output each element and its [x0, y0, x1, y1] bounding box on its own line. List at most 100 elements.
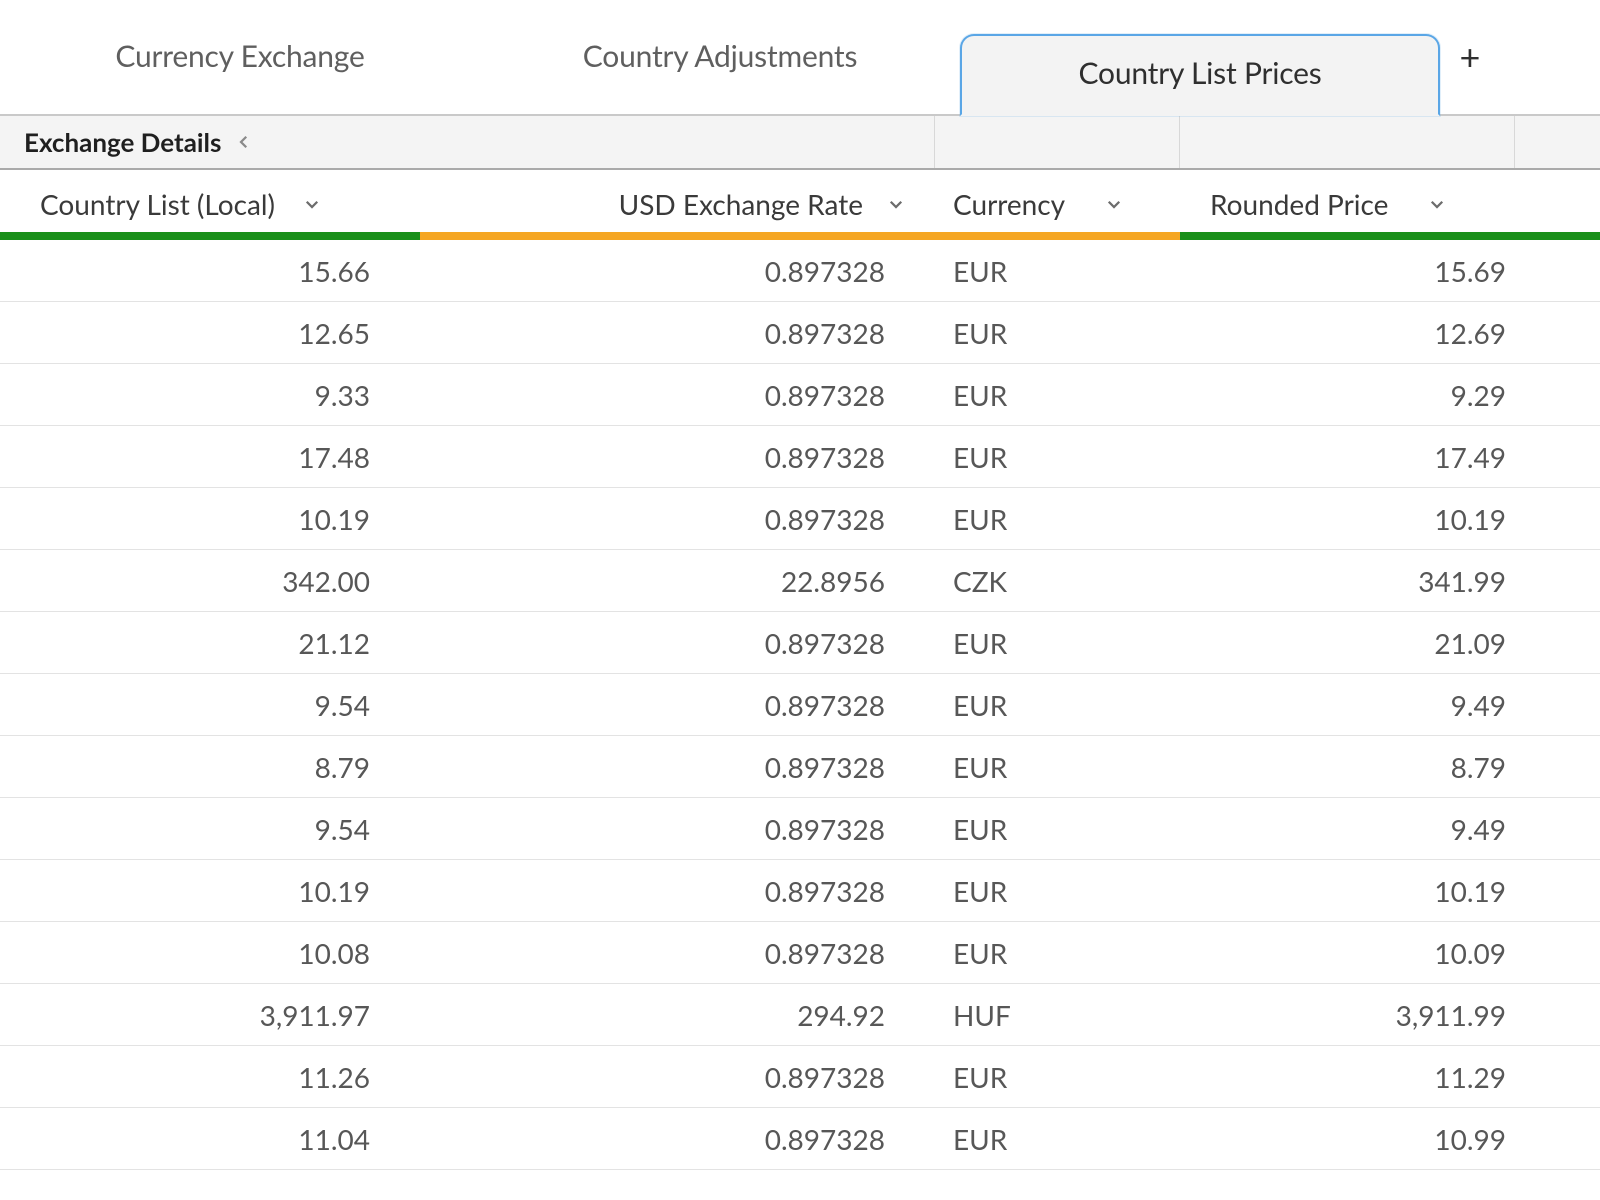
cell-rounded[interactable]: 341.99: [1180, 564, 1600, 598]
cell-local[interactable]: 11.04: [0, 1122, 420, 1156]
chevron-left-icon: [235, 128, 253, 157]
cell-curr[interactable]: EUR: [935, 254, 1180, 288]
tab-country-adjustments[interactable]: Country Adjustments: [480, 0, 960, 114]
data-table-body: 15.660.897328EUR15.6912.650.897328EUR12.…: [0, 240, 1600, 1170]
cell-rate[interactable]: 0.897328: [420, 502, 935, 536]
cell-curr[interactable]: EUR: [935, 1060, 1180, 1094]
cell-local[interactable]: 11.26: [0, 1060, 420, 1094]
table-row[interactable]: 8.790.897328EUR8.79: [0, 736, 1600, 798]
cell-rate[interactable]: 0.897328: [420, 874, 935, 908]
cell-local[interactable]: 10.19: [0, 502, 420, 536]
cell-rate[interactable]: 0.897328: [420, 1122, 935, 1156]
table-row[interactable]: 9.540.897328EUR9.49: [0, 674, 1600, 736]
table-row[interactable]: 10.190.897328EUR10.19: [0, 860, 1600, 922]
cell-rate[interactable]: 0.897328: [420, 936, 935, 970]
cell-local[interactable]: 9.54: [0, 812, 420, 846]
cell-curr[interactable]: EUR: [935, 936, 1180, 970]
cell-rate[interactable]: 0.897328: [420, 254, 935, 288]
cell-local[interactable]: 10.08: [0, 936, 420, 970]
cell-curr[interactable]: EUR: [935, 750, 1180, 784]
cell-rounded[interactable]: 12.69: [1180, 316, 1600, 350]
cell-rounded[interactable]: 9.49: [1180, 688, 1600, 722]
column-header-country-list-local[interactable]: Country List (Local): [0, 170, 420, 238]
cell-rounded[interactable]: 9.49: [1180, 812, 1600, 846]
cell-rounded[interactable]: 10.99: [1180, 1122, 1600, 1156]
cell-rounded[interactable]: 3,911.99: [1180, 998, 1600, 1032]
table-row[interactable]: 11.040.897328EUR10.99: [0, 1108, 1600, 1170]
cell-rounded[interactable]: 15.69: [1180, 254, 1600, 288]
column-label: Rounded Price: [1210, 187, 1388, 221]
breadcrumb[interactable]: Exchange Details: [0, 116, 935, 168]
chevron-down-icon: [1105, 195, 1123, 217]
cell-rate[interactable]: 0.897328: [420, 1060, 935, 1094]
cell-local[interactable]: 3,911.97: [0, 998, 420, 1032]
cell-rounded[interactable]: 10.09: [1180, 936, 1600, 970]
cell-rate[interactable]: 0.897328: [420, 626, 935, 660]
cell-rounded[interactable]: 21.09: [1180, 626, 1600, 660]
breadcrumb-title: Exchange Details: [24, 126, 221, 158]
table-row[interactable]: 9.330.897328EUR9.29: [0, 364, 1600, 426]
column-group-color-strip: [0, 232, 1600, 240]
table-row[interactable]: 3,911.97294.92HUF3,911.99: [0, 984, 1600, 1046]
cell-rounded[interactable]: 9.29: [1180, 378, 1600, 412]
column-header-currency[interactable]: Currency: [935, 170, 1180, 238]
tab-currency-exchange[interactable]: Currency Exchange: [0, 0, 480, 114]
cell-curr[interactable]: EUR: [935, 378, 1180, 412]
cell-curr[interactable]: EUR: [935, 626, 1180, 660]
cell-curr[interactable]: EUR: [935, 440, 1180, 474]
cell-curr[interactable]: EUR: [935, 316, 1180, 350]
cell-rate[interactable]: 0.897328: [420, 440, 935, 474]
cell-local[interactable]: 10.19: [0, 874, 420, 908]
cell-curr[interactable]: HUF: [935, 998, 1180, 1032]
cell-rate[interactable]: 0.897328: [420, 750, 935, 784]
color-strip-segment: [0, 232, 420, 240]
column-label: Country List (Local): [40, 187, 275, 221]
tab-country-list-prices[interactable]: Country List Prices: [960, 34, 1440, 116]
cell-local[interactable]: 9.33: [0, 378, 420, 412]
table-row[interactable]: 10.080.897328EUR10.09: [0, 922, 1600, 984]
cell-rounded[interactable]: 8.79: [1180, 750, 1600, 784]
table-row[interactable]: 9.540.897328EUR9.49: [0, 798, 1600, 860]
cell-curr[interactable]: EUR: [935, 688, 1180, 722]
add-tab-button[interactable]: +: [1440, 0, 1500, 114]
table-row[interactable]: 342.0022.8956CZK341.99: [0, 550, 1600, 612]
subheader-cell: [1180, 116, 1515, 168]
sheet-subheader: Exchange Details: [0, 116, 1600, 170]
table-row[interactable]: 11.260.897328EUR11.29: [0, 1046, 1600, 1108]
column-label: USD Exchange Rate: [619, 187, 863, 221]
chevron-down-icon: [303, 195, 321, 217]
cell-local[interactable]: 21.12: [0, 626, 420, 660]
cell-local[interactable]: 8.79: [0, 750, 420, 784]
cell-rate[interactable]: 294.92: [420, 998, 935, 1032]
table-row[interactable]: 10.190.897328EUR10.19: [0, 488, 1600, 550]
column-header-rounded-price[interactable]: Rounded Price: [1180, 170, 1600, 238]
cell-rounded[interactable]: 10.19: [1180, 874, 1600, 908]
cell-curr[interactable]: CZK: [935, 564, 1180, 598]
cell-rate[interactable]: 0.897328: [420, 812, 935, 846]
cell-curr[interactable]: EUR: [935, 502, 1180, 536]
cell-local[interactable]: 17.48: [0, 440, 420, 474]
table-row[interactable]: 17.480.897328EUR17.49: [0, 426, 1600, 488]
cell-rounded[interactable]: 17.49: [1180, 440, 1600, 474]
subheader-cell: [1515, 116, 1600, 168]
cell-rounded[interactable]: 11.29: [1180, 1060, 1600, 1094]
cell-rate[interactable]: 0.897328: [420, 316, 935, 350]
cell-rate[interactable]: 0.897328: [420, 378, 935, 412]
cell-curr[interactable]: EUR: [935, 1122, 1180, 1156]
color-strip-segment: [420, 232, 1180, 240]
cell-local[interactable]: 342.00: [0, 564, 420, 598]
table-row[interactable]: 12.650.897328EUR12.69: [0, 302, 1600, 364]
table-row[interactable]: 15.660.897328EUR15.69: [0, 240, 1600, 302]
cell-local[interactable]: 15.66: [0, 254, 420, 288]
cell-curr[interactable]: EUR: [935, 874, 1180, 908]
subheader-cell: [935, 116, 1180, 168]
column-header-usd-exchange-rate[interactable]: USD Exchange Rate: [420, 170, 935, 238]
cell-local[interactable]: 12.65: [0, 316, 420, 350]
table-row[interactable]: 21.120.897328EUR21.09: [0, 612, 1600, 674]
cell-rate[interactable]: 0.897328: [420, 688, 935, 722]
column-header-row: Country List (Local) USD Exchange Rate C…: [0, 170, 1600, 240]
cell-rate[interactable]: 22.8956: [420, 564, 935, 598]
cell-rounded[interactable]: 10.19: [1180, 502, 1600, 536]
cell-local[interactable]: 9.54: [0, 688, 420, 722]
cell-curr[interactable]: EUR: [935, 812, 1180, 846]
